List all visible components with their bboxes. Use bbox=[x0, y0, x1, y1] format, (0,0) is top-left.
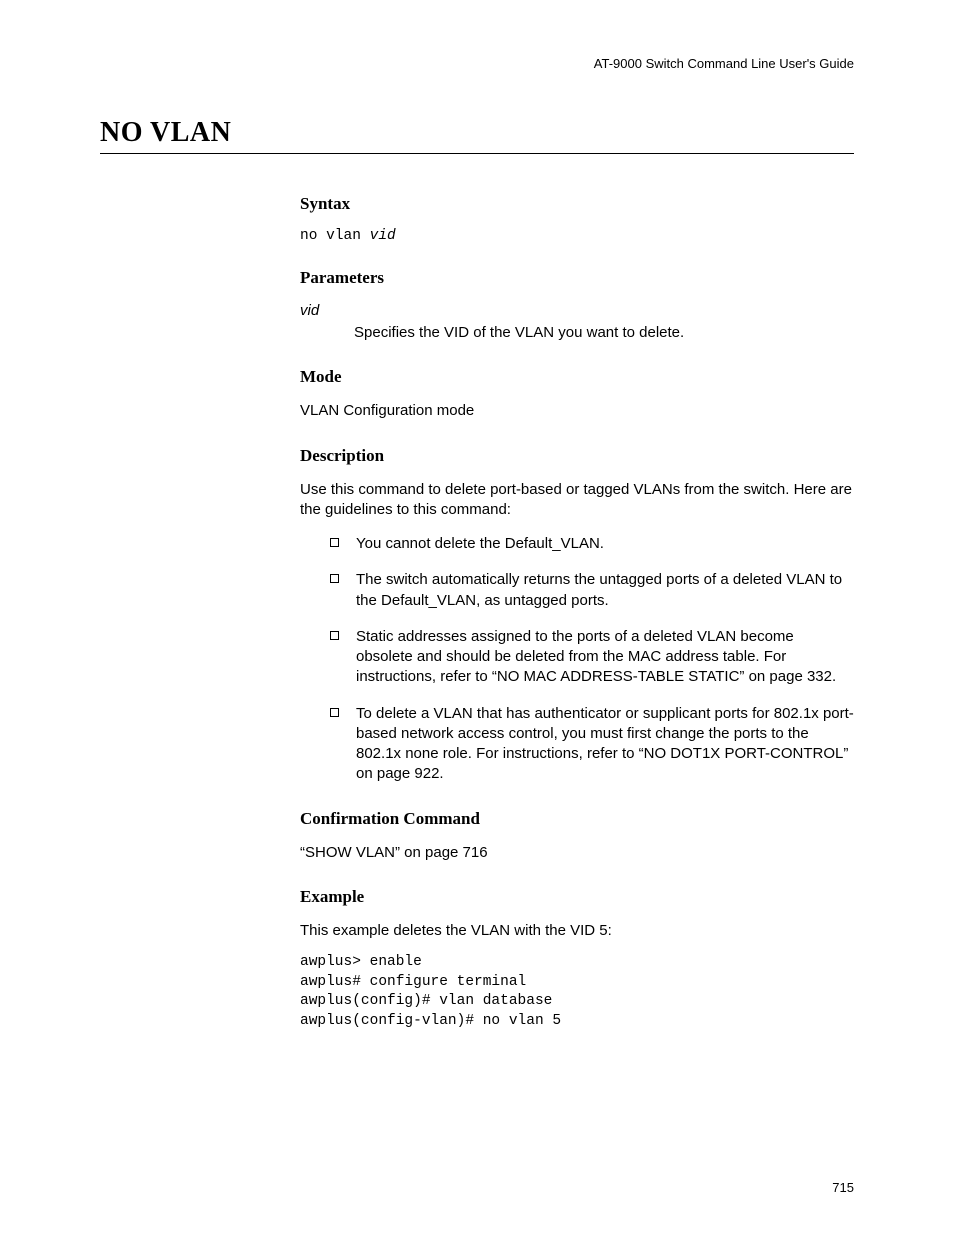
mode-text: VLAN Configuration mode bbox=[300, 401, 854, 421]
bullet-item: You cannot delete the Default_VLAN. bbox=[330, 534, 854, 554]
syntax-line: no vlan vid bbox=[300, 228, 854, 244]
description-heading: Description bbox=[300, 446, 854, 466]
title-rule-block: NO VLAN bbox=[100, 117, 854, 154]
bullet-item: Static addresses assigned to the ports o… bbox=[330, 627, 854, 688]
syntax-arg: vid bbox=[370, 228, 396, 244]
parameters-heading: Parameters bbox=[300, 268, 854, 288]
description-bullets: You cannot delete the Default_VLAN. The … bbox=[330, 534, 854, 785]
confirmation-heading: Confirmation Command bbox=[300, 809, 854, 829]
bullet-item: The switch automatically returns the unt… bbox=[330, 570, 854, 611]
mode-heading: Mode bbox=[300, 367, 854, 387]
syntax-command: no vlan bbox=[300, 228, 361, 244]
confirmation-text: “SHOW VLAN” on page 716 bbox=[300, 843, 854, 863]
description-intro: Use this command to delete port-based or… bbox=[300, 480, 854, 521]
example-heading: Example bbox=[300, 887, 854, 907]
page-container: AT-9000 Switch Command Line User's Guide… bbox=[0, 0, 954, 1235]
syntax-heading: Syntax bbox=[300, 194, 854, 214]
content-column: Syntax no vlan vid Parameters vid Specif… bbox=[300, 194, 854, 1031]
page-title: NO VLAN bbox=[100, 117, 854, 149]
bullet-item: To delete a VLAN that has authenticator … bbox=[330, 704, 854, 785]
running-header: AT-9000 Switch Command Line User's Guide bbox=[100, 56, 854, 71]
example-intro: This example deletes the VLAN with the V… bbox=[300, 921, 854, 941]
param-desc: Specifies the VID of the VLAN you want t… bbox=[354, 323, 854, 343]
example-code: awplus> enable awplus# configure termina… bbox=[300, 953, 854, 1031]
param-name: vid bbox=[300, 302, 854, 319]
page-number: 715 bbox=[832, 1180, 854, 1195]
